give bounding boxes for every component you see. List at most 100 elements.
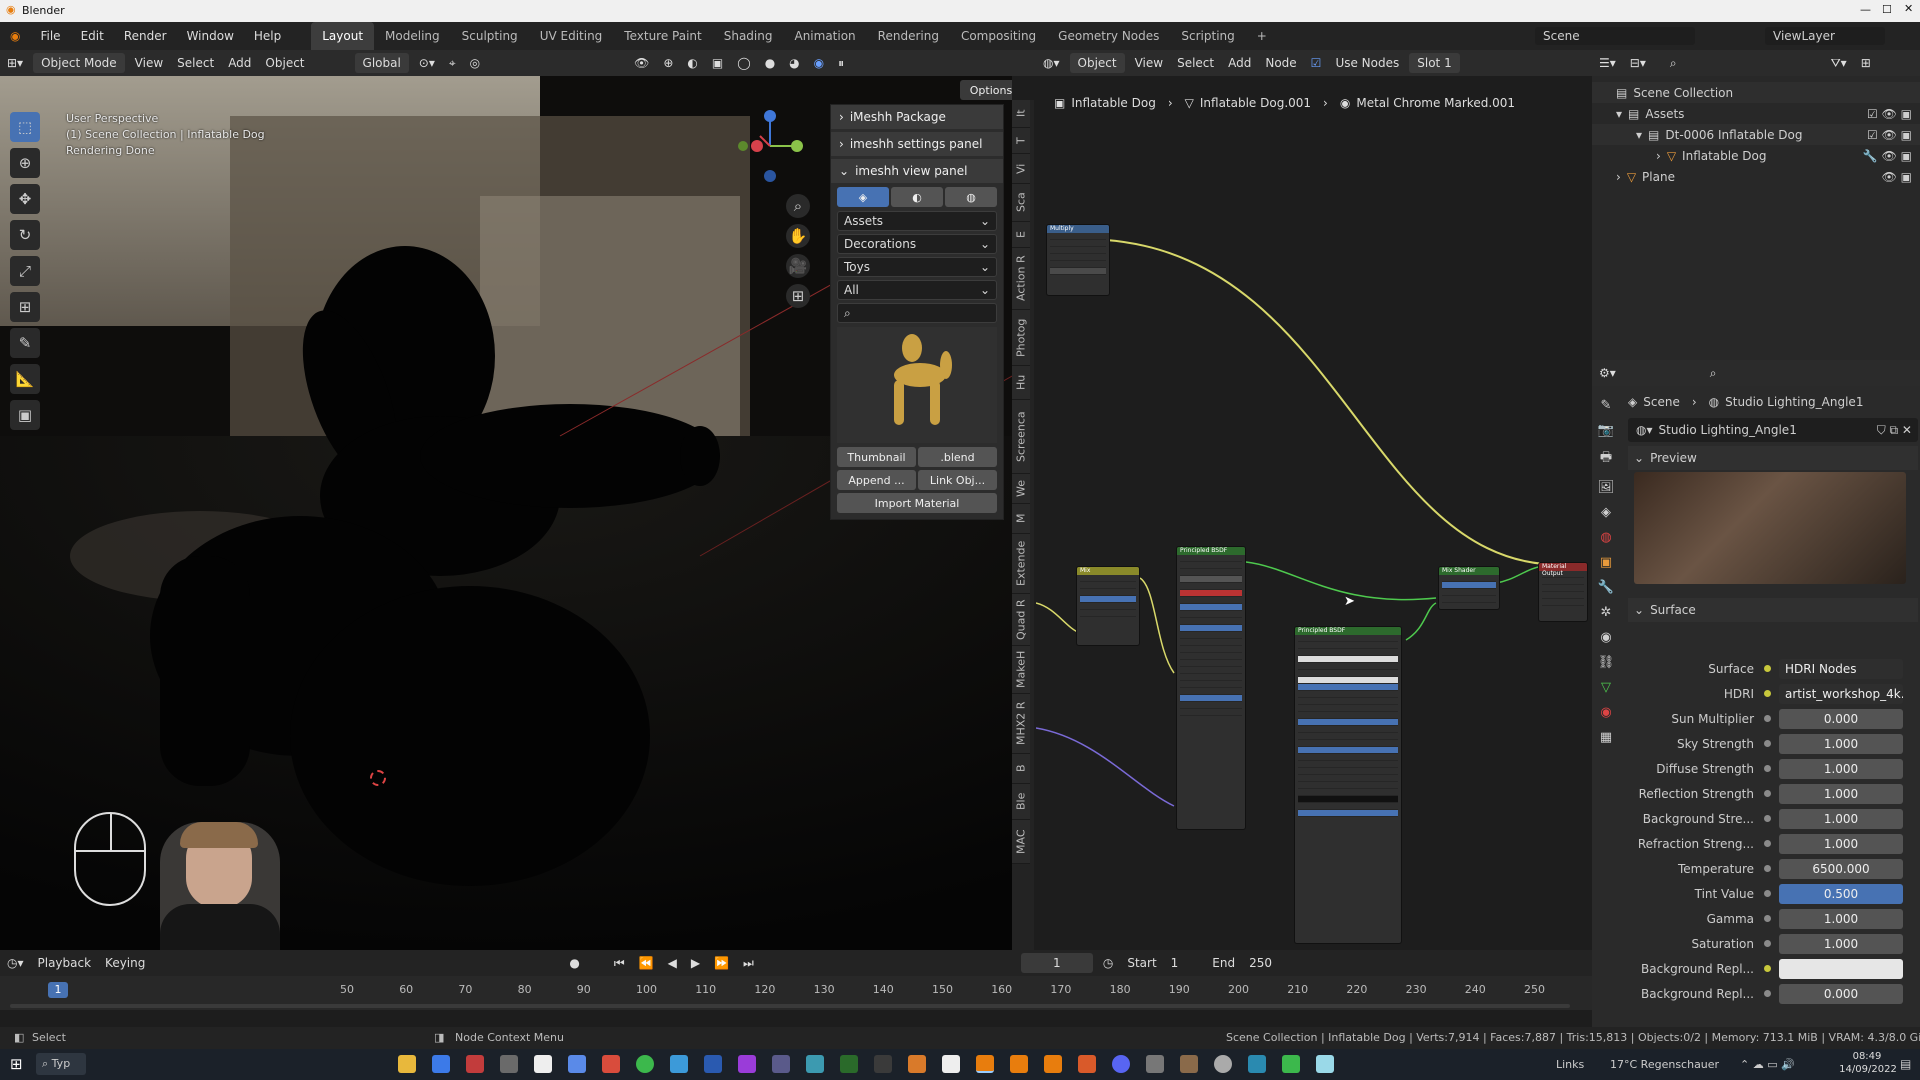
node-editor-type-icon[interactable]: ◍▾ — [1036, 56, 1067, 70]
property-field[interactable]: 1.000 — [1779, 833, 1903, 854]
photoshop-icon[interactable] — [704, 1055, 722, 1073]
node-menu-add[interactable]: Add — [1221, 56, 1258, 70]
timeline-editor-icon[interactable]: ◷▾ — [0, 956, 31, 970]
output-tab-icon[interactable]: 🖶 — [1600, 448, 1612, 470]
navigation-gizmo[interactable] — [735, 106, 805, 186]
property-field[interactable]: 6500.000 — [1779, 858, 1903, 879]
move-tool-icon[interactable]: ✥ — [10, 184, 40, 214]
asset-search-input[interactable]: ⌕ — [837, 303, 997, 323]
taskbar-weather[interactable]: 17°C Regenschauer — [1610, 1058, 1719, 1071]
mode-dropdown[interactable]: Object Mode — [33, 53, 125, 73]
viewport-menu-select[interactable]: Select — [170, 56, 221, 70]
sidetab-7[interactable]: Hu — [1012, 366, 1030, 400]
viewport-menu-object[interactable]: Object — [258, 56, 311, 70]
socket-dot-icon[interactable] — [1764, 690, 1771, 697]
menu-render[interactable]: Render — [114, 22, 177, 50]
socket-dot-icon[interactable] — [1764, 865, 1771, 872]
sidetab-12[interactable]: Quad R — [1012, 594, 1030, 646]
socket-dot-icon[interactable] — [1764, 840, 1771, 847]
socket-dot-icon[interactable] — [1764, 740, 1771, 747]
windows-start-icon[interactable]: ⊞ — [10, 1055, 23, 1073]
viewlayer-selector[interactable]: ViewLayer — [1765, 27, 1885, 45]
annotate-tool-icon[interactable]: ✎ — [10, 328, 40, 358]
node-menu-select[interactable]: Select — [1170, 56, 1221, 70]
property-field[interactable]: 1.000 — [1779, 758, 1903, 779]
grid-icon[interactable]: ⊞ — [786, 284, 810, 308]
sidetab-13[interactable]: MakeH — [1012, 646, 1030, 694]
slot-dropdown[interactable]: Slot 1 — [1409, 53, 1460, 73]
rotate-tool-icon[interactable]: ↻ — [10, 220, 40, 250]
playhead[interactable]: 1 — [48, 982, 68, 998]
property-field[interactable]: 0.000 — [1779, 983, 1903, 1004]
socket-dot-icon[interactable] — [1764, 915, 1771, 922]
socket-dot-icon[interactable] — [1764, 990, 1771, 997]
blender-taskbar-icon[interactable] — [1010, 1055, 1028, 1073]
preview-panel-header[interactable]: ⌄ Preview — [1628, 446, 1918, 470]
materials-icon[interactable]: ◐ — [891, 187, 943, 207]
modifier-tab-icon[interactable]: 🔧 — [1598, 580, 1614, 595]
orientation-dropdown[interactable]: Global — [354, 53, 409, 73]
menu-file[interactable]: File — [30, 22, 70, 50]
subcategory-dropdown[interactable]: Decorations ⌄ — [837, 234, 997, 254]
camera-icon[interactable]: 🎥 — [786, 254, 810, 278]
outliner-row-root[interactable]: ▤ Scene Collection — [1592, 82, 1920, 103]
app-icon[interactable] — [500, 1055, 518, 1073]
tab-geometry-nodes[interactable]: Geometry Nodes — [1047, 22, 1170, 50]
editor-type-icon[interactable]: ⊞▾ — [0, 56, 30, 70]
tray-icons[interactable]: ⌃ ☁ ▭ 🔊 — [1740, 1058, 1795, 1071]
snap-icon[interactable]: ⌖ — [442, 56, 463, 71]
timeline-scrollbar[interactable] — [10, 1004, 1570, 1008]
start-frame-field[interactable]: 1 — [1164, 956, 1186, 970]
sidetab-16[interactable]: Ble — [1012, 784, 1030, 820]
play-reverse-icon[interactable]: ◀ — [661, 956, 684, 970]
visibility-toggles-icon[interactable]: 🔧 👁 ▣ — [1863, 149, 1912, 163]
timeline-ruler[interactable]: 1 50 60 70 80 90 100 110 120 130 140 150 160 170 180 1… — [0, 976, 1592, 1010]
visibility-toggles-icon[interactable]: ☑ 👁 ▣ — [1867, 128, 1912, 142]
app-icon[interactable] — [840, 1055, 858, 1073]
use-nodes-checkbox[interactable]: ☑ — [1304, 56, 1329, 70]
outliner-row-assets[interactable]: ▾ ▤ Assets ☑ 👁 ▣ — [1592, 103, 1920, 124]
breadcrumb-scene[interactable]: Scene — [1643, 395, 1680, 409]
menu-window[interactable]: Window — [177, 22, 244, 50]
property-field[interactable]: 1.000 — [1779, 783, 1903, 804]
menu-edit[interactable]: Edit — [71, 22, 114, 50]
app-icon[interactable] — [568, 1055, 586, 1073]
gizmo-icon[interactable]: ⊕ — [656, 56, 680, 70]
world-tab-icon[interactable]: ◍ — [1600, 530, 1611, 545]
socket-dot-icon[interactable] — [1764, 765, 1771, 772]
blend-button[interactable]: .blend — [918, 447, 997, 467]
transform-tool-icon[interactable]: ⊞ — [10, 292, 40, 322]
tab-rendering[interactable]: Rendering — [867, 22, 950, 50]
property-field[interactable]: artist_workshop_4k.exr... — [1779, 683, 1903, 704]
sidetab-4[interactable]: E — [1012, 222, 1030, 248]
shading-solid-icon[interactable]: ● — [758, 56, 782, 70]
visibility-toggles-icon[interactable]: ☑ 👁 ▣ — [1867, 107, 1912, 121]
add-cube-tool-icon[interactable]: ▣ — [10, 400, 40, 430]
minimize-icon[interactable]: — — [1860, 3, 1871, 16]
notifications-icon[interactable]: ▤ — [1900, 1057, 1911, 1071]
visibility-toggles-icon[interactable]: 👁 ▣ — [1882, 170, 1912, 184]
playback-menu[interactable]: Playback — [31, 956, 99, 970]
property-field[interactable]: 1.000 — [1779, 733, 1903, 754]
tab-shading[interactable]: Shading — [713, 22, 784, 50]
record-icon[interactable]: ● — [562, 956, 586, 970]
viewport-menu-add[interactable]: Add — [221, 56, 258, 70]
socket-dot-icon[interactable] — [1764, 665, 1771, 672]
taskbar-links[interactable]: Links — [1556, 1058, 1584, 1071]
tool-tab-icon[interactable]: ✎ — [1601, 398, 1612, 413]
sidetab-9[interactable]: We — [1012, 474, 1030, 504]
tab-layout[interactable]: Layout — [311, 22, 375, 50]
app-icon[interactable] — [1180, 1055, 1198, 1073]
socket-dot-icon[interactable] — [1764, 965, 1771, 972]
keying-menu[interactable]: Keying — [98, 956, 152, 970]
taskbar-search[interactable]: ⌕ Typ — [36, 1053, 86, 1075]
import-material-button[interactable]: Import Material — [837, 493, 997, 513]
property-field[interactable]: 1.000 — [1779, 908, 1903, 929]
pan-hand-icon[interactable]: ✋ — [786, 224, 810, 248]
overlay-icon[interactable]: ◐ — [680, 56, 704, 70]
play-icon[interactable]: ▶ — [684, 956, 707, 970]
scene-tab-icon[interactable]: ◈ — [1601, 505, 1611, 520]
property-field[interactable]: 0.000 — [1779, 708, 1903, 729]
fake-user-icon[interactable]: ⛉ ⧉ ✕ — [1877, 423, 1912, 438]
proportional-icon[interactable]: ◎ — [463, 56, 487, 70]
